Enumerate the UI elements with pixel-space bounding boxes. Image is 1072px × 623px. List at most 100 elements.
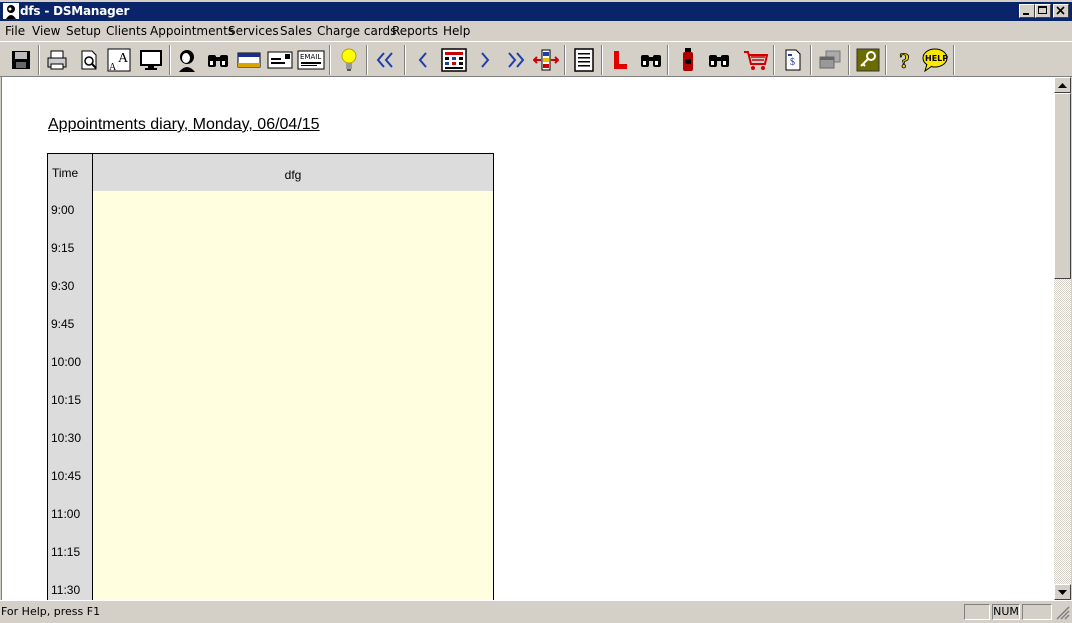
app-icon[interactable] bbox=[3, 3, 19, 19]
toolbar: AA EMAIL $ ? HELP bbox=[0, 41, 1072, 77]
time-slot-row: 11:15 bbox=[47, 533, 494, 572]
appointment-slot[interactable] bbox=[93, 229, 494, 267]
scroll-thumb[interactable] bbox=[1054, 93, 1071, 279]
product-icon bbox=[683, 48, 693, 71]
monitor-icon bbox=[140, 50, 162, 70]
find-client-button[interactable] bbox=[203, 45, 233, 75]
find-button[interactable] bbox=[636, 45, 666, 75]
font-button[interactable]: AA bbox=[104, 45, 134, 75]
message-button[interactable] bbox=[265, 45, 295, 75]
next-button[interactable] bbox=[470, 45, 500, 75]
first-button[interactable] bbox=[370, 45, 400, 75]
next-icon bbox=[481, 52, 490, 68]
scroll-down-button[interactable] bbox=[1054, 584, 1071, 600]
tip-icon bbox=[341, 48, 357, 71]
calendar-button[interactable] bbox=[439, 45, 469, 75]
minimize-button[interactable] bbox=[1019, 4, 1035, 18]
help-bubble-button[interactable]: HELP bbox=[920, 45, 950, 75]
page-title: Appointments diary, Monday, 06/04/15 bbox=[48, 116, 320, 133]
scroll-up-button[interactable] bbox=[1054, 77, 1071, 93]
client-button[interactable] bbox=[172, 45, 202, 75]
time-slot-row: 9:30 bbox=[47, 267, 494, 306]
time-slot-row: 9:00 bbox=[47, 191, 494, 230]
save-button[interactable] bbox=[6, 45, 36, 75]
time-label: 9:15 bbox=[48, 229, 93, 267]
title-bar[interactable]: dfs - DSManager bbox=[0, 2, 1072, 21]
l-button[interactable] bbox=[605, 45, 635, 75]
time-label: 9:45 bbox=[48, 305, 93, 343]
staff-column-header[interactable]: dfg bbox=[93, 154, 493, 191]
help-bubble-icon: HELP bbox=[922, 48, 948, 72]
first-icon bbox=[376, 52, 393, 68]
appointment-slot[interactable] bbox=[93, 571, 494, 600]
appointment-slot[interactable] bbox=[93, 343, 494, 381]
find-product-button[interactable] bbox=[704, 45, 734, 75]
last-button[interactable] bbox=[501, 45, 531, 75]
cart-button[interactable] bbox=[741, 45, 771, 75]
appointment-slot[interactable] bbox=[93, 267, 494, 305]
product-button[interactable] bbox=[673, 45, 703, 75]
key-icon bbox=[856, 48, 880, 72]
windows-button[interactable] bbox=[815, 45, 845, 75]
appointment-slot[interactable] bbox=[93, 191, 494, 229]
menu-help[interactable]: Help bbox=[443, 24, 470, 38]
help-bubble-label: HELP bbox=[925, 54, 948, 63]
report-button[interactable] bbox=[569, 45, 599, 75]
credit-card-button[interactable] bbox=[234, 45, 264, 75]
help-question-button[interactable]: ? bbox=[890, 45, 920, 75]
column-button[interactable] bbox=[531, 45, 561, 75]
time-label: 11:00 bbox=[48, 495, 93, 533]
svg-text:?: ? bbox=[899, 48, 910, 72]
email-icon: EMAIL bbox=[297, 50, 325, 70]
menu-clients[interactable]: Clients bbox=[106, 24, 147, 38]
time-slot-row: 11:30 bbox=[47, 571, 494, 600]
time-label: 11:30 bbox=[48, 571, 93, 600]
print-button[interactable] bbox=[42, 45, 72, 75]
tip-button[interactable] bbox=[334, 45, 364, 75]
maximize-button[interactable] bbox=[1035, 4, 1051, 18]
menu-setup[interactable]: Setup bbox=[66, 24, 101, 38]
menu-sales[interactable]: Sales bbox=[280, 24, 312, 38]
print-preview-icon bbox=[81, 50, 97, 70]
menu-view[interactable]: View bbox=[32, 24, 60, 38]
menu-reports[interactable]: Reports bbox=[392, 24, 438, 38]
appointment-slot[interactable] bbox=[93, 381, 494, 419]
calendar-icon bbox=[441, 48, 467, 72]
time-label: 11:15 bbox=[48, 533, 93, 571]
app-window: dfs - DSManager File View Setup Clients … bbox=[0, 0, 1072, 623]
status-pane-scroll bbox=[1022, 604, 1052, 620]
previous-icon bbox=[418, 52, 427, 68]
vertical-scrollbar[interactable] bbox=[1054, 77, 1071, 600]
credit-card-icon bbox=[237, 52, 261, 68]
previous-button[interactable] bbox=[408, 45, 438, 75]
svg-text:A: A bbox=[118, 51, 129, 66]
maximize-icon bbox=[1038, 6, 1047, 14]
close-icon bbox=[1056, 6, 1065, 15]
monitor-button[interactable] bbox=[136, 45, 166, 75]
status-pane-caps bbox=[964, 604, 990, 620]
menu-appointments[interactable]: Appointments bbox=[150, 24, 234, 38]
email-button[interactable]: EMAIL bbox=[296, 45, 326, 75]
time-slot-row: 10:15 bbox=[47, 381, 494, 420]
appointment-slot[interactable] bbox=[93, 419, 494, 457]
resize-grip-icon[interactable] bbox=[1056, 606, 1070, 620]
appointment-slot[interactable] bbox=[93, 533, 494, 571]
time-label: 9:00 bbox=[48, 191, 93, 229]
charge-card-button[interactable]: $ bbox=[778, 45, 808, 75]
appointment-slot[interactable] bbox=[93, 305, 494, 343]
time-slot-row: 10:30 bbox=[47, 419, 494, 458]
menu-file[interactable]: File bbox=[5, 24, 25, 38]
charge-card-icon: $ bbox=[785, 49, 801, 71]
appointment-slot[interactable] bbox=[93, 495, 494, 533]
key-button[interactable] bbox=[853, 45, 883, 75]
time-label: 9:30 bbox=[48, 267, 93, 305]
print-preview-button[interactable] bbox=[74, 45, 104, 75]
menu-charge-cards[interactable]: Charge cards bbox=[317, 24, 396, 38]
find-client-icon bbox=[208, 55, 228, 67]
message-icon bbox=[267, 51, 293, 69]
close-button[interactable] bbox=[1053, 4, 1069, 18]
appointment-slot[interactable] bbox=[93, 457, 494, 495]
menu-services[interactable]: Services bbox=[228, 24, 279, 38]
time-slot-row: 10:45 bbox=[47, 457, 494, 496]
save-icon bbox=[12, 51, 30, 69]
